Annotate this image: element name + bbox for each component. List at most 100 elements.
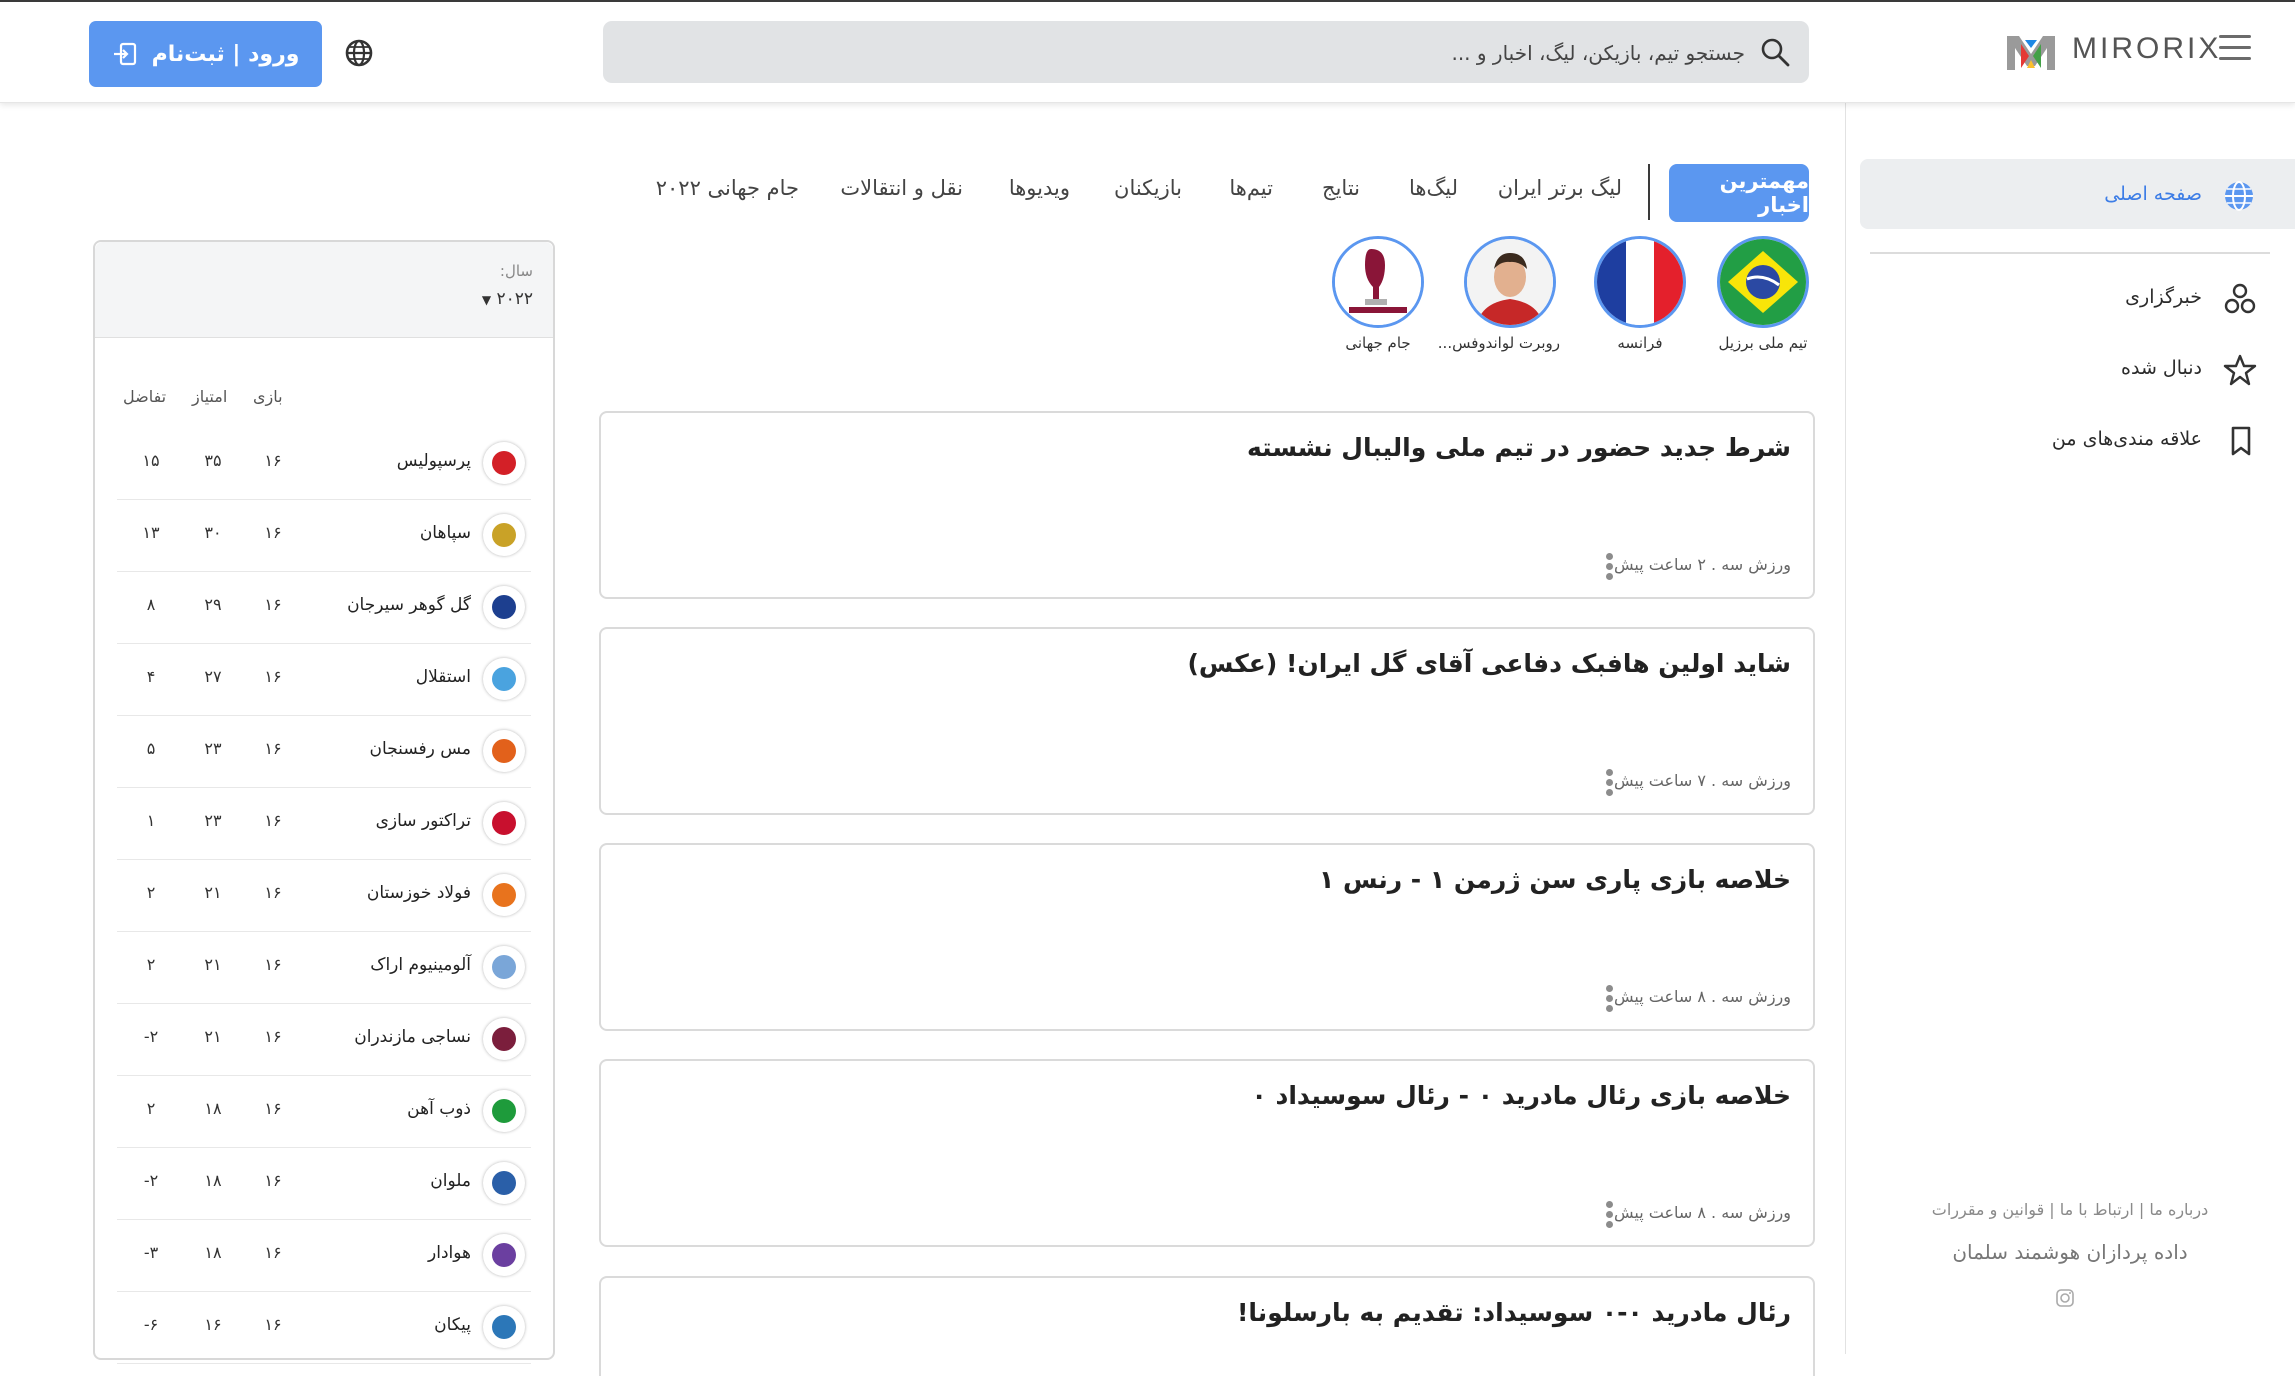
- team-logo-icon: [483, 874, 525, 916]
- team-logo-mark: [492, 1315, 516, 1339]
- table-row[interactable]: مس رفسنجان ۱۶ ۲۳ ۵: [117, 715, 531, 788]
- table-row[interactable]: گل گوهر سیرجان ۱۶ ۲۹ ۸: [117, 571, 531, 644]
- table-row[interactable]: ذوب آهن ۱۶ ۱۸ ۲: [117, 1075, 531, 1148]
- cell-diff: ۲: [146, 883, 156, 902]
- news-meta: ورزش سه . ۸ ساعت پیش: [1613, 1203, 1791, 1222]
- topic-lewandowski[interactable]: روبرت لواندوفس...: [1437, 236, 1560, 352]
- bookmark-icon[interactable]: [2224, 424, 2258, 458]
- topic-world-cup[interactable]: جام جهانی: [1328, 236, 1428, 352]
- hamburger-menu-icon[interactable]: [2219, 35, 2251, 61]
- news-title[interactable]: خلاصه بازی رئال مادرید ۰ - رئال سوسیداد …: [1252, 1081, 1791, 1110]
- table-row[interactable]: نساجی مازندران ۱۶ ۲۱ -۲: [117, 1003, 531, 1076]
- news-title[interactable]: خلاصه بازی پاری سن ژرمن ۱ - رنس ۱: [1319, 865, 1791, 894]
- cell-played: ۱۶: [264, 1171, 282, 1190]
- more-options-icon[interactable]: [1604, 985, 1614, 1015]
- team-name[interactable]: پیکان: [434, 1315, 471, 1335]
- team-name[interactable]: تراکتور سازی: [376, 811, 471, 831]
- news-agency-icon[interactable]: [2223, 282, 2257, 316]
- team-name[interactable]: آلومینیوم اراک: [370, 955, 471, 975]
- team-name[interactable]: ملوان: [430, 1171, 471, 1191]
- login-enter-icon: [113, 42, 136, 66]
- cell-points: ۱۸: [204, 1171, 222, 1190]
- team-name[interactable]: نساجی مازندران: [354, 1027, 471, 1047]
- news-title[interactable]: شاید اولین هافبک دفاعی آقای گل ایران! (ع…: [1188, 649, 1792, 678]
- team-name[interactable]: پرسپولیس: [397, 451, 471, 471]
- team-logo-icon: [483, 1162, 525, 1204]
- sidebar-item-news-agency[interactable]: خبرگزاری: [2125, 286, 2202, 308]
- team-logo-mark: [492, 523, 516, 547]
- table-row[interactable]: هوادار ۱۶ ۱۸ -۳: [117, 1219, 531, 1292]
- search-icon[interactable]: [1759, 36, 1791, 68]
- cell-diff: ۵: [146, 739, 156, 758]
- news-card[interactable]: شاید اولین هافبک دفاعی آقای گل ایران! (ع…: [599, 627, 1815, 815]
- team-name[interactable]: گل گوهر سیرجان: [347, 595, 471, 615]
- tab-players[interactable]: بازیکنان: [1114, 176, 1182, 200]
- topic-brazil[interactable]: تیم ملی برزیل: [1713, 236, 1813, 352]
- sidebar-item-followed[interactable]: دنبال شده: [2121, 357, 2202, 379]
- news-card[interactable]: رئال مادرید ۰-۰ سوسیداد: تقدیم به بارسلو…: [599, 1276, 1815, 1376]
- table-row[interactable]: پرسپولیس ۱۶ ۳۵ ۱۵: [117, 427, 531, 500]
- topic-label: روبرت لواندوفس...: [1437, 334, 1560, 352]
- table-row[interactable]: ملوان ۱۶ ۱۸ -۲: [117, 1147, 531, 1220]
- tab-videos[interactable]: ویدیوها: [1009, 176, 1070, 200]
- news-card[interactable]: خلاصه بازی رئال مادرید ۰ - رئال سوسیداد …: [599, 1059, 1815, 1247]
- year-dropdown[interactable]: ۲۰۲۲ ▼: [482, 289, 533, 309]
- language-globe-icon[interactable]: [344, 38, 374, 68]
- team-name[interactable]: مس رفسنجان: [370, 739, 471, 759]
- cell-diff: -۲: [143, 1171, 159, 1190]
- tab-transfers[interactable]: نقل و انتقالات: [840, 176, 963, 200]
- header-points: امتیاز: [192, 387, 228, 406]
- cell-points: ۳۵: [204, 451, 222, 470]
- mirorix-logo-icon[interactable]: [2005, 32, 2057, 72]
- globe-icon[interactable]: [2222, 179, 2256, 213]
- news-card[interactable]: خلاصه بازی پاری سن ژرمن ۱ - رنس ۱ ورزش س…: [599, 843, 1815, 1031]
- tab-iran-league[interactable]: لیگ برتر ایران: [1498, 176, 1622, 200]
- topic-label: فرانسه: [1617, 334, 1663, 352]
- more-options-icon[interactable]: [1604, 1201, 1614, 1231]
- cell-diff: ۱: [146, 811, 156, 830]
- team-name[interactable]: سپاهان: [420, 523, 471, 543]
- more-options-icon[interactable]: [1604, 553, 1614, 583]
- team-logo-mark: [492, 1243, 516, 1267]
- news-meta: ورزش سه . ۸ ساعت پیش: [1613, 987, 1791, 1006]
- table-row[interactable]: تراکتور سازی ۱۶ ۲۳ ۱: [117, 787, 531, 860]
- brand-name[interactable]: MIRORIX: [2072, 32, 2221, 66]
- search-bar[interactable]: [603, 21, 1809, 85]
- tab-world-cup[interactable]: جام جهانی ۲۰۲۲: [656, 176, 799, 200]
- login-register-button[interactable]: ورود | ثبت‌نام: [89, 21, 322, 87]
- news-title[interactable]: شرط جدید حضور در تیم ملی والیبال نشسته: [1247, 433, 1791, 462]
- year-selector[interactable]: سال: ۲۰۲۲ ▼: [95, 242, 553, 338]
- team-name[interactable]: هوادار: [428, 1243, 471, 1263]
- tab-results[interactable]: نتایج: [1322, 176, 1360, 200]
- sidebar-item-home-label[interactable]: صفحه اصلی: [2104, 183, 2202, 205]
- news-title[interactable]: رئال مادرید ۰-۰ سوسیداد: تقدیم به بارسلو…: [1237, 1298, 1791, 1327]
- table-row[interactable]: پیکان ۱۶ ۱۶ -۶: [117, 1291, 531, 1364]
- tab-teams[interactable]: تیم‌ها: [1229, 176, 1273, 200]
- news-card[interactable]: شرط جدید حضور در تیم ملی والیبال نشسته و…: [599, 411, 1815, 599]
- search-input[interactable]: [643, 21, 1747, 85]
- team-name[interactable]: فولاد خوزستان: [367, 883, 471, 903]
- cell-played: ۱۶: [264, 739, 282, 758]
- footer-links[interactable]: درباره ما | ارتباط با ما | قوانین و مقرر…: [1900, 1200, 2240, 1219]
- cell-played: ۱۶: [264, 883, 282, 902]
- star-icon[interactable]: [2223, 353, 2257, 387]
- footer-company-name: داده پردازان هوشمند سلمان: [1952, 1240, 2188, 1264]
- header-diff: تفاضل: [123, 387, 167, 406]
- team-logo-mark: [492, 667, 516, 691]
- table-row[interactable]: آلومینیوم اراک ۱۶ ۲۱ ۲: [117, 931, 531, 1004]
- team-name[interactable]: ذوب آهن: [407, 1099, 471, 1119]
- sidebar-item-favorites[interactable]: علاقه مندی‌های من: [2052, 428, 2202, 450]
- team-logo-mark: [492, 595, 516, 619]
- table-row[interactable]: سپاهان ۱۶ ۳۰ ۱۳: [117, 499, 531, 572]
- tab-top-news[interactable]: مهمترین اخبار: [1669, 164, 1809, 222]
- table-row[interactable]: استقلال ۱۶ ۲۷ ۴: [117, 643, 531, 716]
- cell-played: ۱۶: [264, 523, 282, 542]
- more-options-icon[interactable]: [1604, 769, 1614, 799]
- topic-france[interactable]: فرانسه: [1590, 236, 1690, 352]
- topic-label: جام جهانی: [1345, 334, 1411, 352]
- tab-leagues[interactable]: لیگ‌ها: [1409, 176, 1458, 200]
- table-row[interactable]: فولاد خوزستان ۱۶ ۲۱ ۲: [117, 859, 531, 932]
- team-logo-mark: [492, 1027, 516, 1051]
- instagram-icon[interactable]: [2055, 1288, 2075, 1308]
- team-name[interactable]: استقلال: [416, 667, 471, 687]
